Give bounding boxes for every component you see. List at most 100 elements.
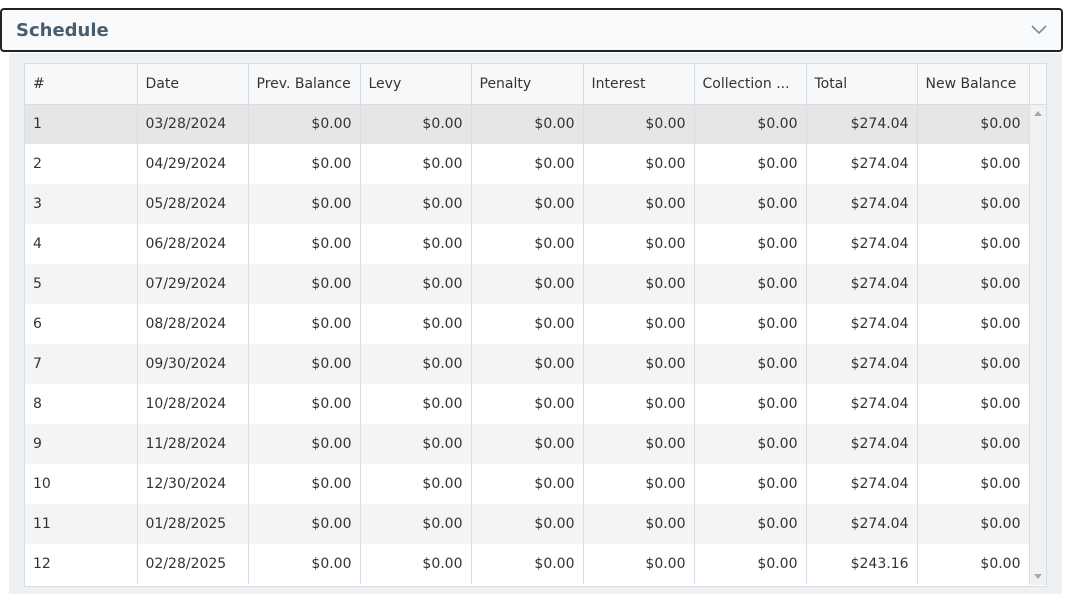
cell-date: 06/28/2024 [137,224,249,264]
schedule-panel-header[interactable]: Schedule [0,8,1063,52]
cell-new-balance: $0.00 [917,144,1030,184]
table-row[interactable]: 9 11/28/2024 $0.00 $0.00 $0.00 $0.00 $0.00 $274… [25,424,1030,464]
column-header-levy[interactable]: Levy [360,64,472,105]
cell-prev-balance: $0.00 [248,224,361,264]
table-row[interactable]: 5 07/29/2024 $0.00 $0.00 $0.00 $0.00 $0.00 $274… [25,264,1030,304]
cell-collection: $0.00 [694,464,807,504]
cell-collection: $0.00 [694,304,807,344]
cell-number: 3 [25,184,138,224]
scroll-up-icon[interactable] [1034,111,1042,116]
cell-penalty: $0.00 [471,224,584,264]
cell-collection: $0.00 [694,384,807,424]
column-header-new-balance[interactable]: New Balance [917,64,1030,105]
column-header-total[interactable]: Total [806,64,918,105]
cell-penalty: $0.00 [471,344,584,384]
cell-penalty: $0.00 [471,144,584,184]
cell-collection: $0.00 [694,344,807,384]
column-header-prev-balance[interactable]: Prev. Balance [248,64,361,105]
cell-prev-balance: $0.00 [248,304,361,344]
vertical-scrollbar[interactable] [1030,105,1046,585]
column-header-date[interactable]: Date [137,64,249,105]
cell-total: $274.04 [806,224,918,264]
cell-prev-balance: $0.00 [248,384,361,424]
table-row[interactable]: 4 06/28/2024 $0.00 $0.00 $0.00 $0.00 $0.00 $274… [25,224,1030,264]
cell-collection: $0.00 [694,264,807,304]
cell-number: 6 [25,304,138,344]
cell-date: 04/29/2024 [137,144,249,184]
cell-total: $274.04 [806,384,918,424]
header-scroll-spacer [1030,64,1046,105]
panel-title: Schedule [16,19,109,41]
table-row[interactable]: 11 01/28/2025 $0.00 $0.00 $0.00 $0.00 $0.00 $27… [25,504,1030,544]
column-header-penalty[interactable]: Penalty [471,64,584,105]
column-header-collection[interactable]: Collection ... [694,64,807,105]
cell-penalty: $0.00 [471,544,584,584]
cell-interest: $0.00 [583,144,695,184]
cell-collection: $0.00 [694,104,807,144]
cell-date: 08/28/2024 [137,304,249,344]
table-row[interactable]: 10 12/30/2024 $0.00 $0.00 $0.00 $0.00 $0.00 $27… [25,464,1030,504]
cell-interest: $0.00 [583,424,695,464]
chevron-down-icon[interactable] [1031,22,1047,38]
cell-prev-balance: $0.00 [248,424,361,464]
cell-levy: $0.00 [360,544,472,584]
table-row[interactable]: 6 08/28/2024 $0.00 $0.00 $0.00 $0.00 $0.00 $274… [25,304,1030,344]
cell-number: 4 [25,224,138,264]
cell-penalty: $0.00 [471,304,584,344]
cell-new-balance: $0.00 [917,384,1030,424]
cell-new-balance: $0.00 [917,104,1030,144]
cell-penalty: $0.00 [471,104,584,144]
table-row[interactable]: 7 09/30/2024 $0.00 $0.00 $0.00 $0.00 $0.00 $274… [25,344,1030,384]
cell-number: 8 [25,384,138,424]
scroll-down-icon[interactable] [1034,574,1042,579]
table-row[interactable]: 12 02/28/2025 $0.00 $0.00 $0.00 $0.00 $0.00 $24… [25,544,1030,584]
cell-collection: $0.00 [694,504,807,544]
cell-new-balance: $0.00 [917,184,1030,224]
cell-levy: $0.00 [360,304,472,344]
cell-number: 11 [25,504,138,544]
cell-date: 11/28/2024 [137,424,249,464]
cell-interest: $0.00 [583,104,695,144]
cell-penalty: $0.00 [471,464,584,504]
cell-date: 05/28/2024 [137,184,249,224]
cell-interest: $0.00 [583,304,695,344]
cell-new-balance: $0.00 [917,304,1030,344]
cell-interest: $0.00 [583,384,695,424]
cell-new-balance: $0.00 [917,224,1030,264]
cell-levy: $0.00 [360,104,472,144]
cell-prev-balance: $0.00 [248,344,361,384]
cell-prev-balance: $0.00 [248,144,361,184]
cell-date: 01/28/2025 [137,504,249,544]
cell-prev-balance: $0.00 [248,184,361,224]
cell-penalty: $0.00 [471,504,584,544]
cell-collection: $0.00 [694,144,807,184]
cell-new-balance: $0.00 [917,264,1030,304]
table-row[interactable]: 3 05/28/2024 $0.00 $0.00 $0.00 $0.00 $0.00 $274… [25,184,1030,224]
cell-levy: $0.00 [360,464,472,504]
cell-penalty: $0.00 [471,264,584,304]
cell-collection: $0.00 [694,184,807,224]
cell-levy: $0.00 [360,184,472,224]
table-row[interactable]: 8 10/28/2024 $0.00 $0.00 $0.00 $0.00 $0.00 $274… [25,384,1030,424]
column-header-interest[interactable]: Interest [583,64,695,105]
cell-interest: $0.00 [583,464,695,504]
cell-number: 7 [25,344,138,384]
cell-collection: $0.00 [694,224,807,264]
cell-interest: $0.00 [583,344,695,384]
schedule-panel-body: # Date Prev. Balance Levy Penalty Intere… [9,53,1062,594]
cell-date: 02/28/2025 [137,544,249,584]
cell-prev-balance: $0.00 [248,544,361,584]
cell-penalty: $0.00 [471,424,584,464]
schedule-table: # Date Prev. Balance Levy Penalty Intere… [25,64,1030,584]
column-header-number[interactable]: # [25,64,138,105]
cell-date: 07/29/2024 [137,264,249,304]
cell-number: 9 [25,424,138,464]
cell-interest: $0.00 [583,264,695,304]
table-row[interactable]: 2 04/29/2024 $0.00 $0.00 $0.00 $0.00 $0.00 $274… [25,144,1030,184]
cell-interest: $0.00 [583,184,695,224]
cell-number: 2 [25,144,138,184]
cell-date: 09/30/2024 [137,344,249,384]
cell-total: $274.04 [806,424,918,464]
cell-levy: $0.00 [360,424,472,464]
table-row[interactable]: 1 03/28/2024 $0.00 $0.00 $0.00 $0.00 $0.00 $274… [25,104,1030,144]
